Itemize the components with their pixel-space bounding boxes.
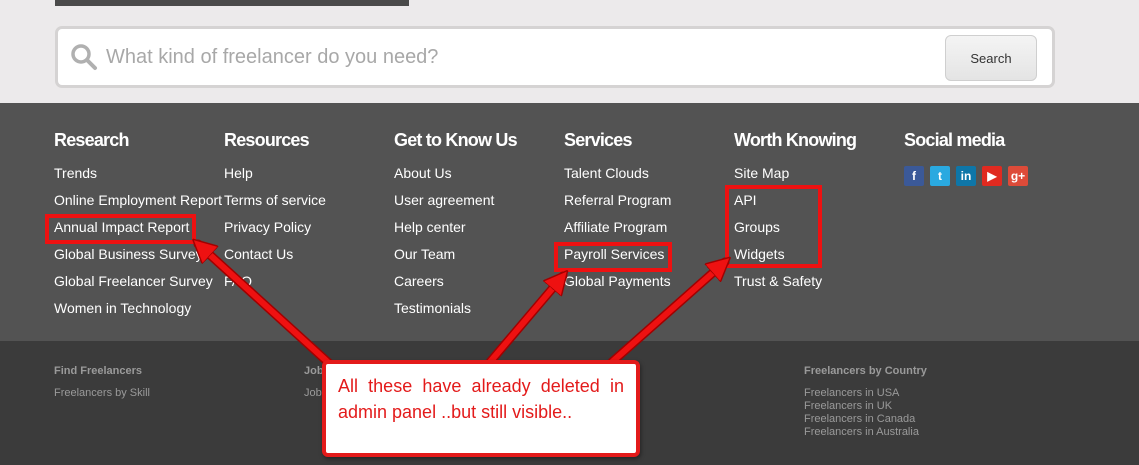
google-plus-icon[interactable]: g+ [1008,166,1028,186]
jobs-col: Job Job [304,365,324,400]
highlight-box-annual-impact [45,214,196,244]
footer-bottom-link[interactable]: Freelancers by Skill [54,387,150,400]
linkedin-icon[interactable]: in [956,166,976,186]
footer-bottom-link[interactable]: Freelancers in UK [804,400,927,413]
footer-link[interactable]: Global Business Survey [54,246,222,273]
find-freelancers-col: Find Freelancers Freelancers by Skill [54,365,150,400]
top-dark-bar [55,0,409,6]
search-bar: Search [55,26,1055,88]
footer-link[interactable]: Testimonials [394,300,517,327]
footer-link[interactable]: Contact Us [224,246,326,273]
freelancers-by-country-col: Freelancers by Country Freelancers in US… [804,365,927,439]
footer-bottom-link[interactable]: Freelancers in Australia [804,426,927,439]
footer-link[interactable]: Women in Technology [54,300,222,327]
footer-link[interactable]: Global Freelancer Survey [54,273,222,300]
annotation-note: All these have already deleted in admin … [322,360,640,457]
search-input[interactable] [106,37,936,77]
youtube-icon[interactable]: ▶ [982,166,1002,186]
footer-link[interactable]: Help [224,165,326,192]
social-icons: f t in ▶ g+ [904,166,1028,186]
footer-col-resources: Resources Help Terms of service Privacy … [224,130,326,300]
footer-link[interactable]: Help center [394,219,517,246]
footer-link[interactable]: Referral Program [564,192,671,219]
footer-col-get-to-know-us: Get to Know Us About Us User agreement H… [394,130,518,327]
footer-col-services: Services Talent Clouds Referral Program … [564,130,671,300]
footer-link[interactable]: Privacy Policy [224,219,326,246]
col-heading: Services [564,130,632,150]
col-heading: Research [54,130,129,150]
footer-link[interactable]: Our Team [394,246,517,273]
col-heading: Resources [224,130,310,150]
footer-link[interactable]: Talent Clouds [564,165,671,192]
footer-link[interactable]: Global Payments [564,273,671,300]
search-button[interactable]: Search [945,35,1037,81]
footer-link[interactable]: Trends [54,165,222,192]
freelancers-by-country-heading[interactable]: Freelancers by Country [804,365,927,377]
footer-link[interactable]: User agreement [394,192,517,219]
footer-bottom-link[interactable]: Job [304,387,324,400]
footer-link[interactable]: About Us [394,165,517,192]
highlight-box-api-groups-widgets [725,185,822,268]
col-heading: Social media [904,130,1005,150]
footer-link[interactable]: Terms of service [224,192,326,219]
footer-bottom-link[interactable]: Freelancers in USA [804,387,927,400]
facebook-icon[interactable]: f [904,166,924,186]
twitter-icon[interactable]: t [930,166,950,186]
col-heading: Get to Know Us [394,130,518,150]
find-freelancers-heading[interactable]: Find Freelancers [54,365,150,377]
search-icon [71,44,97,70]
footer-link[interactable]: Careers [394,273,517,300]
footer-col-social-media: Social media f t in ▶ g+ [904,130,1028,186]
footer-bottom-link[interactable]: Freelancers in Canada [804,413,927,426]
footer-link[interactable]: FAQ [224,273,326,300]
annotation-text: All these have already deleted in admin … [338,376,624,422]
jobs-heading[interactable]: Job [304,365,324,377]
col-heading: Worth Knowing [734,130,857,150]
highlight-box-payroll [554,242,672,272]
footer-link[interactable]: Trust & Safety [734,273,856,300]
